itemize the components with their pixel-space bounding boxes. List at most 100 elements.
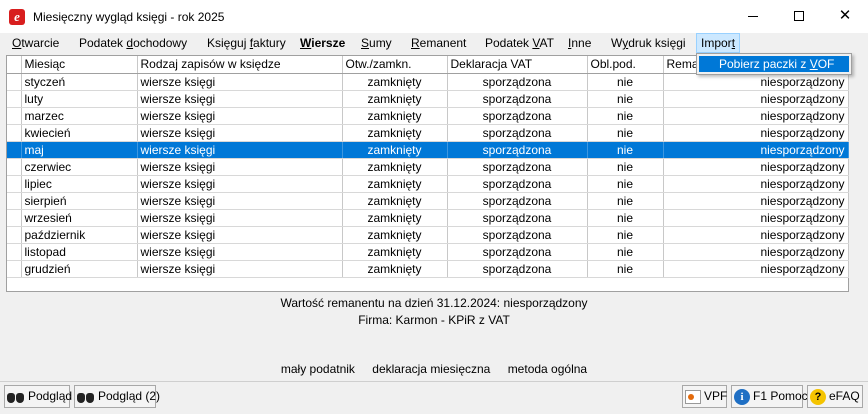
- table-row[interactable]: kwiecień wiersze księgi zamknięty sporządzo…: [7, 124, 849, 142]
- cell-tax-calc: nie: [587, 158, 664, 176]
- question-icon: ?: [810, 388, 826, 405]
- maximize-button[interactable]: [776, 0, 822, 33]
- table-row[interactable]: grudzień wiersze księgi zamknięty sporządzo…: [7, 260, 849, 278]
- cell-entry-type: wiersze księgi: [137, 175, 343, 193]
- cell-entry-type: wiersze księgi: [137, 209, 343, 227]
- company-info: Firma: Karmon - KPiR z VAT: [358, 313, 510, 327]
- window-title: Miesięczny wygląd księgi - rok 2025: [33, 10, 225, 24]
- table-row[interactable]: sierpień wiersze księgi zamknięty sporządzo…: [7, 192, 849, 210]
- cell-vat: sporządzona: [447, 175, 588, 193]
- column-header-month[interactable]: Miesiąc: [21, 56, 138, 74]
- cell-month: listopad: [21, 243, 138, 261]
- table-row[interactable]: luty wiersze księgi zamknięty sporządzona ni…: [7, 90, 849, 108]
- table-row-selected[interactable]: maj wiersze księgi zamknięty sporządzona nie…: [7, 141, 849, 159]
- preview-2-button[interactable]: Podgląd (2): [74, 385, 160, 408]
- row-indicator-header: [7, 56, 22, 74]
- table-row[interactable]: wrzesień wiersze księgi zamknięty sporządzo…: [7, 209, 849, 227]
- close-button[interactable]: ✕: [822, 0, 868, 33]
- info-icon: i: [734, 388, 750, 405]
- menu-inne[interactable]: Inne: [564, 33, 595, 53]
- declaration-type: deklaracja miesięczna: [372, 362, 491, 376]
- menu-otwarcie[interactable]: Otwarcie: [8, 33, 63, 53]
- cell-vat: sporządzona: [447, 260, 588, 278]
- vpf-label: VPF: [704, 389, 728, 403]
- binoculars-icon: [77, 390, 95, 404]
- months-table-frame: Miesiąc Rodzaj zapisów w księdze Otw./za…: [6, 55, 849, 292]
- row-indicator: [7, 209, 22, 227]
- minimize-button[interactable]: [730, 0, 776, 33]
- menu-import[interactable]: Import: [696, 33, 741, 53]
- vpf-icon: [685, 389, 701, 404]
- cell-tax-calc: nie: [587, 175, 664, 193]
- minimize-icon: [748, 16, 758, 17]
- menu-item-pobierz-paczki-vof[interactable]: Pobierz paczki z VOF: [699, 56, 849, 72]
- cell-vat: sporządzona: [447, 209, 588, 227]
- menu-podatek-vat[interactable]: Podatek VAT: [481, 33, 558, 53]
- cell-tax-calc: nie: [587, 141, 664, 159]
- menu-ksieguj-faktury[interactable]: Księguj faktury: [203, 33, 290, 53]
- vpf-button[interactable]: VPF: [682, 385, 727, 408]
- help-button[interactable]: i F1 Pomoc: [731, 385, 808, 408]
- menu-wiersze[interactable]: Wiersze: [296, 33, 349, 53]
- cell-status: zamknięty: [342, 73, 448, 91]
- preview-button[interactable]: Podgląd: [4, 385, 72, 408]
- menu-podatek-dochodowy[interactable]: Podatek dochodowy: [75, 33, 191, 53]
- table-row[interactable]: styczeń wiersze księgi zamknięty sporządzon…: [7, 73, 849, 91]
- cell-vat: sporządzona: [447, 90, 588, 108]
- efaq-button[interactable]: ? eFAQ: [807, 385, 863, 408]
- cell-remanent: niesporządzony: [663, 209, 849, 227]
- cell-entry-type: wiersze księgi: [137, 158, 343, 176]
- menu-remanent[interactable]: Remanent: [407, 33, 470, 53]
- title-bar: e Miesięczny wygląd księgi - rok 2025 ✕: [0, 0, 868, 33]
- cell-tax-calc: nie: [587, 124, 664, 142]
- table-row[interactable]: listopad wiersze księgi zamknięty sporządzo…: [7, 243, 849, 261]
- cell-tax-calc: nie: [587, 243, 664, 261]
- cell-month: marzec: [21, 107, 138, 125]
- taxpayer-type: mały podatnik: [280, 362, 355, 376]
- cell-vat: sporządzona: [447, 141, 588, 159]
- help-label: F1 Pomoc: [753, 389, 808, 403]
- table-row[interactable]: marzec wiersze księgi zamknięty sporządzona…: [7, 107, 849, 125]
- cell-status: zamknięty: [342, 260, 448, 278]
- cell-tax-calc: nie: [587, 192, 664, 210]
- table-row[interactable]: październik wiersze księgi zamknięty sporzą…: [7, 226, 849, 244]
- cell-remanent: niesporządzony: [663, 124, 849, 142]
- cell-status: zamknięty: [342, 141, 448, 159]
- cell-remanent: niesporządzony: [663, 192, 849, 210]
- cell-tax-calc: nie: [587, 90, 664, 108]
- cell-month: kwiecień: [21, 124, 138, 142]
- cell-vat: sporządzona: [447, 107, 588, 125]
- column-header-tax-calc[interactable]: Obl.pod.: [587, 56, 664, 74]
- table-row[interactable]: czerwiec wiersze księgi zamknięty sporządzo…: [7, 158, 849, 176]
- cell-entry-type: wiersze księgi: [137, 226, 343, 244]
- table-row[interactable]: lipiec wiersze księgi zamknięty sporządzona…: [7, 175, 849, 193]
- cell-remanent: niesporządzony: [663, 175, 849, 193]
- calculation-method: metoda ogólna: [507, 362, 588, 376]
- cell-entry-type: wiersze księgi: [137, 260, 343, 278]
- cell-tax-calc: nie: [587, 73, 664, 91]
- cell-status: zamknięty: [342, 192, 448, 210]
- menu-sumy[interactable]: Sumy: [357, 33, 396, 53]
- cell-month: lipiec: [21, 175, 138, 193]
- cell-vat: sporządzona: [447, 124, 588, 142]
- cell-entry-type: wiersze księgi: [137, 192, 343, 210]
- cell-month: grudzień: [21, 260, 138, 278]
- column-header-entry-type[interactable]: Rodzaj zapisów w księdze: [137, 56, 343, 74]
- cell-status: zamknięty: [342, 124, 448, 142]
- cell-month: luty: [21, 90, 138, 108]
- column-header-open-closed[interactable]: Otw./zamkn.: [342, 56, 448, 74]
- cell-entry-type: wiersze księgi: [137, 73, 343, 91]
- remanent-info: Wartość remanentu na dzień 31.12.2024: n…: [280, 296, 588, 310]
- menu-wydruk-ksiegi[interactable]: Wydruk księgi: [607, 33, 690, 53]
- cell-month: maj: [21, 141, 138, 159]
- tax-settings-info: mały podatnik deklaracja miesięczna meto…: [0, 362, 868, 376]
- row-indicator: [7, 243, 22, 261]
- column-header-vat-declaration[interactable]: Deklaracja VAT: [447, 56, 588, 74]
- row-indicator: [7, 73, 22, 91]
- ledger-window: e Miesięczny wygląd księgi - rok 2025 ✕ …: [0, 0, 868, 414]
- row-indicator: [7, 175, 22, 193]
- cell-status: zamknięty: [342, 209, 448, 227]
- cell-entry-type: wiersze księgi: [137, 124, 343, 142]
- row-indicator: [7, 226, 22, 244]
- import-dropdown-menu: Pobierz paczki z VOF: [696, 53, 852, 75]
